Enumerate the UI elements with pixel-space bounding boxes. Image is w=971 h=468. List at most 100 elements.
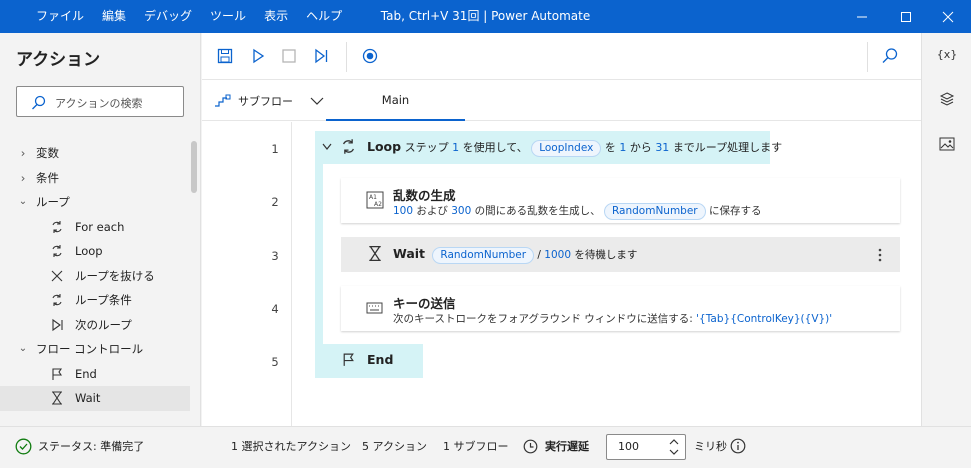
line-number: 4 <box>271 302 279 316</box>
tree-item-conditions[interactable]: › 条件 <box>0 166 190 191</box>
random-number-action[interactable]: A1 A2 乱数の生成 100 および 300 の間にある乱数を生成し、 Rand… <box>341 178 900 223</box>
action-tree: › 変数 › 条件 ⌄ ループ For each Loop ループを抜ける ルー… <box>0 141 190 411</box>
info-icon[interactable] <box>730 438 746 454</box>
tree-label: ループ <box>36 195 70 209</box>
stop-icon <box>282 49 296 63</box>
loop-summary: Loop ステップ 1 を使用して、 LoopIndex を 1 から 31 ま… <box>367 139 782 157</box>
record-button[interactable] <box>359 45 381 67</box>
run-button[interactable] <box>247 45 269 67</box>
tree-item-end[interactable]: End <box>0 362 190 387</box>
line-number: 5 <box>271 355 279 369</box>
stop-button[interactable] <box>278 45 300 67</box>
menu-tools[interactable]: ツール <box>201 0 255 33</box>
loop-action[interactable]: Loop ステップ 1 を使用して、 LoopIndex を 1 から 31 ま… <box>315 131 782 164</box>
close-icon <box>942 11 954 22</box>
run-delay-input[interactable]: 100 <box>606 434 686 460</box>
save-icon <box>217 48 233 64</box>
minimize-button[interactable] <box>839 0 885 33</box>
maximize-icon <box>901 11 911 22</box>
tree-item-loops[interactable]: ⌄ ループ <box>0 190 190 215</box>
wait-action[interactable]: Wait RandomNumber / 1000 を待機します <box>341 237 900 272</box>
toolbar-divider <box>867 42 868 72</box>
keyboard-icon <box>366 302 383 314</box>
divisor-value: 1000 <box>544 249 572 261</box>
images-button[interactable] <box>936 134 958 154</box>
tree-label: ループを抜ける <box>75 268 155 283</box>
variables-pane-button[interactable]: {x} <box>936 44 958 64</box>
tree-item-loop-condition[interactable]: ループ条件 <box>0 288 190 313</box>
menu-debug[interactable]: デバッグ <box>135 0 201 33</box>
chevron-right-icon: › <box>20 170 26 185</box>
flag-icon <box>52 367 63 380</box>
flag-icon <box>343 353 354 366</box>
loop-title: Loop <box>367 139 402 154</box>
find-button[interactable] <box>879 45 901 67</box>
menu-view[interactable]: 表示 <box>255 0 297 33</box>
desc-text: 次のキーストロークをフォアグラウンド ウィンドウに送信する: <box>393 313 693 325</box>
loop-icon <box>52 245 62 257</box>
chevron-down-icon: ⌄ <box>18 196 28 207</box>
action-title: Wait <box>393 246 426 261</box>
min-value: 100 <box>393 205 414 217</box>
search-icon <box>882 48 898 63</box>
svg-text:A2: A2 <box>374 201 382 208</box>
actions-pane-title: アクション <box>16 50 101 70</box>
line-number-gutter: 1 2 3 4 5 <box>202 122 292 426</box>
tree-label: 変数 <box>36 146 59 160</box>
send-keys-action[interactable]: キーの送信 次のキーストロークをフォアグラウンド ウィンドウに送信する: '{T… <box>341 286 900 331</box>
tree-label: ループ条件 <box>75 293 132 307</box>
more-options-icon[interactable] <box>877 247 883 263</box>
action-search-input[interactable]: アクションの検索 <box>16 86 184 117</box>
image-icon <box>939 137 955 151</box>
loop-from-value: 1 <box>619 141 627 154</box>
tree-item-flow-control[interactable]: ⌄ フロー コントロール <box>0 337 190 362</box>
tree-label: Loop <box>75 244 103 258</box>
layers-icon <box>939 92 955 106</box>
maximize-button[interactable] <box>883 0 929 33</box>
tree-label: End <box>75 366 97 381</box>
tree-item-variables[interactable]: › 変数 <box>0 141 190 166</box>
tree-item-for-each[interactable]: For each <box>0 215 190 240</box>
tab-main[interactable]: Main <box>326 80 465 121</box>
ui-elements-button[interactable] <box>936 89 958 109</box>
tree-item-next-loop[interactable]: 次のループ <box>0 313 190 338</box>
spinner-icon[interactable] <box>668 438 680 456</box>
menu-help[interactable]: ヘルプ <box>297 0 351 33</box>
tree-item-wait[interactable]: Wait <box>0 386 190 411</box>
loop-text: までループ処理します <box>672 141 783 154</box>
tree-item-exit-loop[interactable]: ループを抜ける <box>0 264 190 289</box>
status-bar: ステータス: 準備完了 1 選択されたアクション 5 アクション 1 サブフロー… <box>0 426 971 468</box>
menu-edit[interactable]: 編集 <box>93 0 135 33</box>
tree-item-loop[interactable]: Loop <box>0 239 190 264</box>
next-icon <box>52 318 63 331</box>
unit-label: ミリ秒 <box>694 440 727 453</box>
play-icon <box>253 48 265 64</box>
loop-icon <box>52 220 62 233</box>
end-action[interactable]: End <box>315 344 423 378</box>
designer-toolbar <box>202 33 921 80</box>
subflows-dropdown[interactable]: サブフロー <box>214 80 325 121</box>
run-next-action-button[interactable] <box>310 45 332 67</box>
tree-label: 条件 <box>36 170 59 185</box>
flow-designer: サブフロー Main 1 2 3 4 5 Loop ステップ 1 を使用して、 … <box>202 33 921 426</box>
chevron-down-icon[interactable] <box>322 143 332 151</box>
toolbar-divider <box>346 42 347 72</box>
actions-scrollbar[interactable] <box>191 141 197 193</box>
menu-bar: ファイル 編集 デバッグ ツール 表示 ヘルプ <box>27 0 351 33</box>
hourglass-icon <box>369 246 381 261</box>
save-button[interactable] <box>214 45 236 67</box>
title-bar: Tab, Ctrl+V 31回 | Power Automate ファイル 編集… <box>0 0 971 33</box>
loop-icon <box>52 294 62 306</box>
chevron-down-icon <box>310 97 324 105</box>
random-number-icon: A1A2 <box>366 191 384 209</box>
close-button[interactable] <box>925 0 971 33</box>
menu-file[interactable]: ファイル <box>27 0 93 33</box>
search-placeholder: アクションの検索 <box>55 97 143 110</box>
chevron-down-icon: ⌄ <box>18 343 28 354</box>
variable-pill: RandomNumber <box>603 203 706 220</box>
desc-text: に保存する <box>708 205 762 217</box>
variable-pill: LoopIndex <box>531 140 602 157</box>
loop-body-bar <box>315 164 323 345</box>
flow-canvas: 1 2 3 4 5 Loop ステップ 1 を使用して、 LoopIndex を… <box>202 122 921 426</box>
loop-step-value: 1 <box>452 141 460 154</box>
